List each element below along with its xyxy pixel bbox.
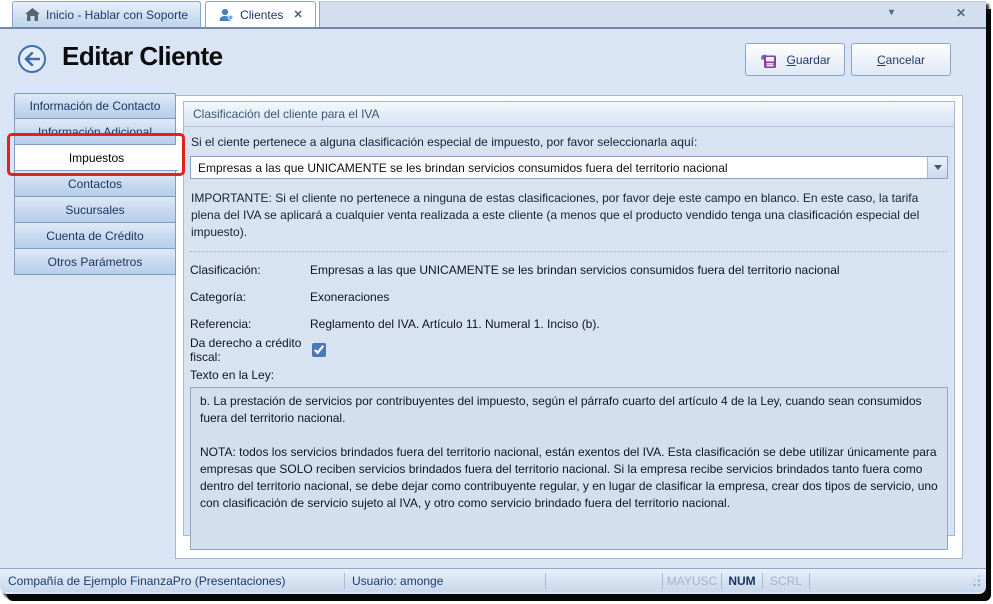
save-icon [759, 51, 779, 69]
status-separator [809, 572, 810, 589]
home-icon [25, 8, 40, 21]
cancel-button-label: Cancelar [876, 52, 926, 67]
classification-select[interactable]: Empresas a las que UNICAMENTE se les bri… [190, 156, 948, 179]
groupbox-body: Si el ciente pertenece a alguna clasific… [184, 127, 954, 550]
content-panel: Clasificación del cliente para el IVA Si… [175, 95, 963, 559]
sidebar-item-otros-parametros[interactable]: Otros Parámetros [14, 249, 176, 275]
status-company: Compañía de Ejemplo FinanzaPro (Presenta… [8, 573, 286, 588]
resize-grip[interactable] [968, 574, 982, 588]
page-title: Editar Cliente [62, 41, 223, 71]
field-value: Empresas a las que UNICAMENTE se les bri… [310, 263, 840, 277]
field-value: Exoneraciones [310, 290, 390, 304]
save-button[interactable]: Guardar [745, 43, 845, 76]
classification-prompt: Si el ciente pertenece a alguna clasific… [191, 135, 698, 149]
field-value: Reglamento del IVA. Artículo 11. Numeral… [310, 317, 600, 331]
status-key-scrl: SCRL [769, 573, 802, 588]
field-row-categoria: Categoría: Exoneraciones [190, 288, 948, 306]
window-close-icon[interactable]: ✕ [956, 6, 966, 20]
status-user: Usuario: amonge [352, 573, 444, 588]
tab-inicio[interactable]: Inicio - Hablar con Soporte [12, 1, 202, 27]
tab-close-icon[interactable]: ✕ [293, 8, 302, 21]
app-window: Inicio - Hablar con Soporte Clientes ✕ ▾… [0, 0, 986, 594]
status-separator [545, 572, 546, 589]
field-label: Referencia: [190, 317, 252, 331]
tab-inicio-label: Inicio - Hablar con Soporte [46, 7, 189, 22]
iva-classification-groupbox: Clasificación del cliente para el IVA Si… [183, 101, 955, 550]
law-textbox[interactable]: b. La prestación de servicios por contri… [190, 387, 948, 550]
law-paragraph-1: b. La prestación de servicios por contri… [200, 394, 922, 425]
chevron-down-icon [933, 165, 942, 170]
sidebar-item-sucursales[interactable]: Sucursales [14, 197, 176, 223]
law-paragraph-2: NOTA: todos los servicios brindados fuer… [200, 445, 938, 510]
page-header: Editar Cliente Guardar Cancelar [0, 31, 986, 93]
back-button[interactable] [18, 45, 46, 73]
status-key-num: NUM [728, 573, 756, 588]
dotted-separator [190, 251, 948, 252]
tab-clientes[interactable]: Clientes ✕ [205, 1, 316, 27]
status-key-mayusc: MAYUSC [666, 573, 718, 588]
sidebar-tabs: Información de Contacto Información Adic… [14, 93, 178, 275]
important-note: IMPORTANTE: Si el cliente no pertenece a… [191, 191, 920, 239]
field-label: Clasificación: [190, 263, 261, 277]
tab-strip-filler [318, 1, 986, 27]
field-row-credito-fiscal: Da derecho a crédito fiscal: [190, 336, 948, 364]
groupbox-title: Clasificación del cliente para el IVA [184, 102, 954, 127]
sidebar-item-informacion-adicional[interactable]: Información Adicional [14, 119, 176, 145]
tab-clientes-label: Clientes [240, 7, 284, 22]
combo-dropdown-button[interactable] [927, 157, 947, 178]
status-bar: Compañía de Ejemplo FinanzaPro (Presenta… [0, 568, 986, 592]
credit-checkbox[interactable] [312, 343, 326, 357]
save-button-label: Guardar [786, 52, 831, 67]
chevron-down-icon[interactable]: ▾ [889, 6, 894, 20]
sidebar-item-contactos[interactable]: Contactos [14, 171, 176, 197]
cancel-button[interactable]: Cancelar [851, 43, 951, 76]
field-row-clasificacion: Clasificación: Empresas a las que UNICAM… [190, 261, 948, 279]
checkbox-label: Da derecho a crédito fiscal: [190, 336, 302, 364]
clients-icon [218, 8, 234, 22]
back-arrow-icon [24, 52, 40, 66]
field-row-referencia: Referencia: Reglamento del IVA. Artículo… [190, 315, 948, 333]
sidebar-item-informacion-de-contacto[interactable]: Información de Contacto [14, 93, 176, 119]
classification-select-value: Empresas a las que UNICAMENTE se les bri… [198, 160, 728, 175]
law-text-label: Texto en la Ley: [190, 368, 275, 382]
field-label: Categoría: [190, 290, 247, 304]
document-tab-strip: Inicio - Hablar con Soporte Clientes ✕ ▾… [0, 0, 986, 29]
sidebar-item-impuestos[interactable]: Impuestos [14, 145, 178, 171]
sidebar-item-cuenta-de-credito[interactable]: Cuenta de Crédito [14, 223, 176, 249]
